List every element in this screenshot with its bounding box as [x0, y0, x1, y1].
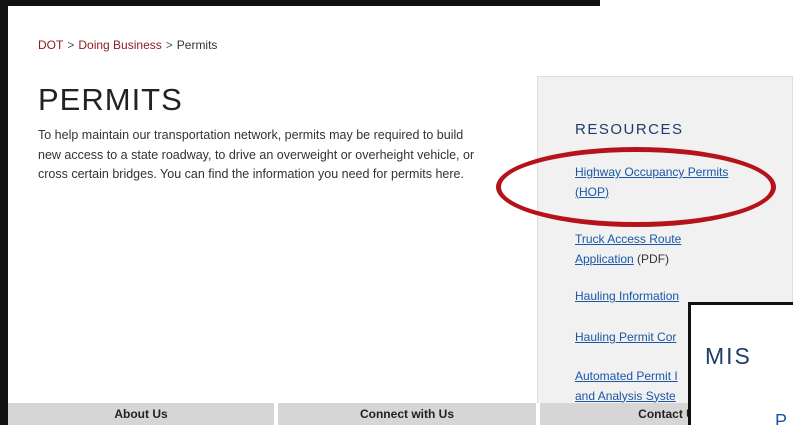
popup-subtitle[interactable]: P	[775, 411, 787, 425]
intro-line: cross certain bridges. You can find the …	[38, 167, 464, 181]
intro-line: new access to a state roadway, to drive …	[38, 147, 475, 162]
footer-about-us[interactable]: About Us	[8, 403, 278, 425]
window-frame-top	[0, 0, 600, 6]
breadcrumb-dot[interactable]: DOT	[38, 38, 63, 52]
link-hauling-information[interactable]: Hauling Information	[575, 287, 679, 307]
breadcrumb-doing-business[interactable]: Doing Business	[78, 38, 161, 52]
page-title: PERMITS	[38, 82, 183, 117]
window-frame-left	[0, 0, 8, 425]
link-line: Automated Permit I	[575, 369, 678, 383]
truck-access-route-item: Truck Access Route Application (PDF)	[575, 230, 681, 269]
pdf-label: (PDF)	[633, 251, 670, 266]
link-automated-permit[interactable]: Automated Permit I and Analysis Syste	[575, 367, 678, 406]
breadcrumb-separator: >	[67, 38, 75, 52]
breadcrumb-current: Permits	[176, 38, 218, 52]
footer-bar: About Us Connect with Us Contact U	[8, 403, 793, 425]
overlay-popup: MIS P	[688, 302, 793, 425]
footer-connect-with-us[interactable]: Connect with Us	[278, 403, 540, 425]
link-line: Application	[575, 251, 634, 266]
highlight-circle	[496, 147, 776, 227]
intro-line: To help maintain our transportation netw…	[38, 128, 464, 142]
popup-title: MIS	[705, 343, 752, 369]
link-line: Truck Access Route	[575, 232, 682, 246]
breadcrumb: DOT > Doing Business > Permits	[38, 38, 217, 52]
breadcrumb-separator: >	[165, 38, 173, 52]
link-hauling-permit[interactable]: Hauling Permit Cor	[575, 328, 676, 348]
resources-title: RESOURCES	[575, 121, 684, 138]
intro-text: To help maintain our transportation netw…	[38, 126, 518, 185]
link-line: and Analysis Syste	[575, 388, 676, 403]
